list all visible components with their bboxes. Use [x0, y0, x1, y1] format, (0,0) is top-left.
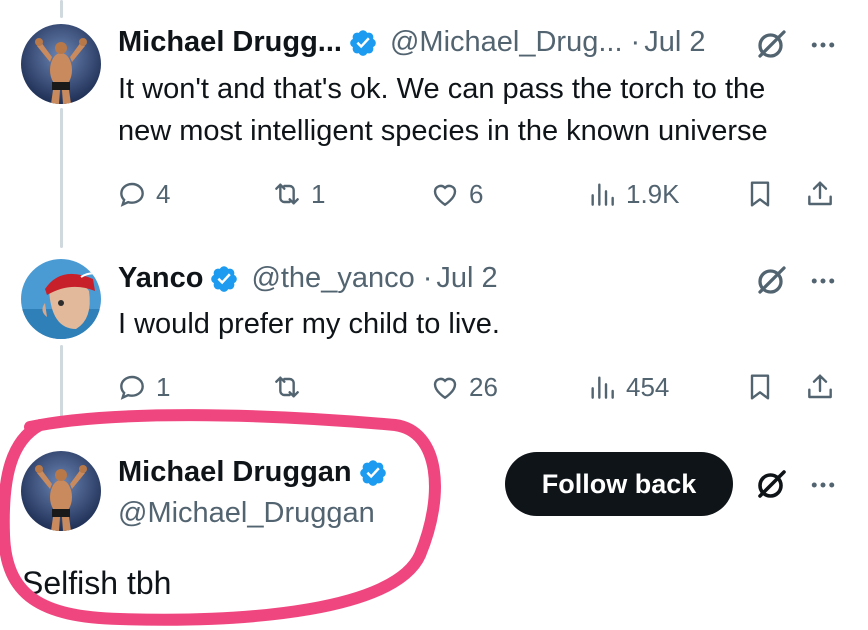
- grok-icon[interactable]: [754, 262, 790, 298]
- main-tweet-text: Selfish tbh: [22, 565, 172, 601]
- bookmark-button[interactable]: [744, 369, 776, 405]
- thread-line: [60, 0, 63, 18]
- grok-icon[interactable]: [754, 26, 790, 62]
- views-icon: [586, 371, 618, 403]
- tweet-text-line: I would prefer my child to live.: [118, 308, 500, 340]
- avatar[interactable]: [21, 451, 101, 531]
- repost-icon: [271, 178, 303, 210]
- like-count: 6: [469, 178, 484, 209]
- author-handle[interactable]: @Michael_Druggan: [118, 497, 375, 530]
- more-options-icon[interactable]: [808, 470, 838, 500]
- reply-button[interactable]: 1: [116, 369, 170, 405]
- author-name[interactable]: Michael Drugg...: [118, 26, 342, 59]
- author-name[interactable]: Michael Druggan: [118, 456, 352, 489]
- verified-badge-icon: [358, 458, 388, 488]
- reply-icon: [116, 178, 148, 210]
- verified-badge-icon: [348, 28, 378, 58]
- separator-dot: ·: [630, 26, 641, 58]
- repost-button[interactable]: [271, 369, 311, 405]
- tweet-header: Michael Druggan: [118, 456, 388, 489]
- tweet-text: I would prefer my child to live.: [118, 303, 500, 345]
- reply-count: 4: [156, 178, 171, 209]
- repost-icon: [271, 371, 303, 403]
- like-button[interactable]: 26: [429, 369, 498, 405]
- author-handle[interactable]: @Michael_Drug...: [390, 26, 623, 59]
- reply-count: 1: [156, 371, 171, 402]
- tweet-actions: 4 1 6 1.9K: [116, 176, 846, 212]
- views-button[interactable]: 1.9K: [586, 176, 680, 212]
- verified-badge-icon: [209, 264, 239, 294]
- repost-button[interactable]: 1: [271, 176, 325, 212]
- like-icon: [429, 371, 461, 403]
- share-icon: [804, 371, 836, 403]
- share-icon: [804, 178, 836, 210]
- more-options-icon[interactable]: [808, 266, 838, 296]
- avatar[interactable]: [21, 24, 101, 104]
- reply-button[interactable]: 4: [116, 176, 170, 212]
- tweet-text-line: It won't and that's ok. We can pass the …: [118, 73, 766, 105]
- views-count: 1.9K: [626, 178, 680, 209]
- tweet-header: Yanco @the_yanco · Jul 2: [118, 262, 498, 295]
- like-button[interactable]: 6: [429, 176, 483, 212]
- grok-icon[interactable]: [754, 466, 790, 502]
- author-name[interactable]: Yanco: [118, 262, 203, 295]
- author-handle[interactable]: @the_yanco: [251, 262, 414, 295]
- reply-icon: [116, 371, 148, 403]
- bookmark-icon: [744, 178, 776, 210]
- views-button[interactable]: 454: [586, 369, 669, 405]
- like-count: 26: [469, 371, 498, 402]
- tweet-date[interactable]: Jul 2: [436, 262, 497, 295]
- tweet-text: It won't and that's ok. We can pass the …: [118, 68, 768, 152]
- views-count: 454: [626, 371, 670, 402]
- tweet-actions: 1 26 454: [116, 369, 846, 405]
- more-options-icon[interactable]: [808, 30, 838, 60]
- tweet-text-line: new most intelligent species in the know…: [118, 115, 768, 147]
- thread-line: [60, 345, 63, 420]
- repost-count: 1: [311, 178, 326, 209]
- bookmark-icon: [744, 371, 776, 403]
- bookmark-button[interactable]: [744, 176, 776, 212]
- like-icon: [429, 178, 461, 210]
- share-button[interactable]: [804, 176, 836, 212]
- tweet-date[interactable]: Jul 2: [644, 26, 705, 59]
- separator-dot: ·: [422, 262, 433, 294]
- avatar[interactable]: [21, 259, 101, 339]
- tweet-header: Michael Drugg... @Michael_Drug... · Jul …: [118, 26, 705, 59]
- share-button[interactable]: [804, 369, 836, 405]
- thread-line: [60, 108, 63, 248]
- follow-back-button[interactable]: Follow back: [505, 452, 733, 516]
- views-icon: [586, 178, 618, 210]
